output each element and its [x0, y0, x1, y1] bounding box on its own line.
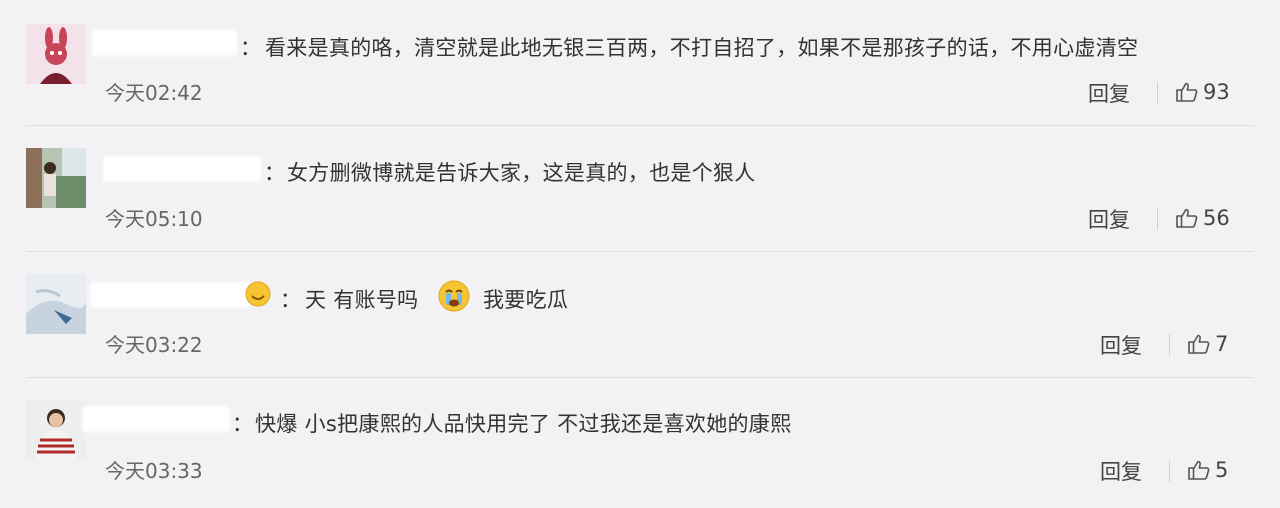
like-count: 7: [1215, 332, 1229, 356]
comment-list-page: { "comments": [ { "separator": "：", "tex…: [0, 0, 1280, 508]
avatar[interactable]: [26, 24, 86, 84]
divider: [1169, 334, 1170, 356]
username-redacted[interactable]: [90, 282, 250, 308]
like-button[interactable]: 93: [1175, 80, 1230, 104]
divider: [1157, 208, 1158, 230]
comment-time: 今天02:42: [105, 81, 203, 105]
comment-text: 快爆 小s把康熙的人品快用完了 不过我还是喜欢她的康熙: [255, 412, 792, 436]
thumbs-up-icon: [1188, 460, 1210, 480]
comment-item: ： 天 有账号吗 我要吃瓜 今天03:22 回复 7: [0, 252, 1280, 378]
like-button[interactable]: 5: [1187, 458, 1228, 482]
divider: [1169, 460, 1170, 482]
like-count: 56: [1203, 206, 1230, 230]
thumbs-up-icon: [1176, 82, 1198, 102]
comment-time: 今天03:33: [105, 459, 203, 483]
like-button[interactable]: 56: [1175, 206, 1230, 230]
avatar[interactable]: [26, 400, 86, 460]
comment-item: ： 快爆 小s把康熙的人品快用完了 不过我还是喜欢她的康熙 今天03:33 回复…: [0, 378, 1280, 504]
comment-text: 天 有账号吗: [305, 288, 419, 312]
avatar[interactable]: [26, 148, 86, 208]
username-redacted[interactable]: [92, 30, 237, 56]
username-redacted[interactable]: [82, 406, 230, 432]
comment-item: ： 女方删微博就是告诉大家，这是真的，也是个狠人 今天05:10 回复 56: [0, 126, 1280, 252]
comment-item: ： 看来是真的咯，清空就是此地无银三百两，不打自招了，如果不是那孩子的话，不用心…: [0, 0, 1280, 126]
comment-text-continued: 我要吃瓜: [483, 288, 569, 312]
comment-text: 看来是真的咯，清空就是此地无银三百两，不打自招了，如果不是那孩子的话，不用心虚清…: [265, 36, 1139, 60]
emoji-smile-icon: [245, 281, 271, 307]
like-count: 5: [1215, 458, 1229, 482]
name-separator: ：: [240, 36, 262, 60]
like-count: 93: [1203, 80, 1230, 104]
like-button[interactable]: 7: [1187, 332, 1228, 356]
comment-text: 女方删微博就是告诉大家，这是真的，也是个狠人: [287, 161, 756, 185]
reply-button[interactable]: 回复: [1100, 456, 1142, 486]
thumbs-up-icon: [1176, 208, 1198, 228]
reply-button[interactable]: 回复: [1088, 204, 1130, 234]
divider: [1157, 82, 1158, 104]
crying-emoji-icon: [438, 280, 470, 312]
avatar[interactable]: [26, 274, 86, 334]
reply-button[interactable]: 回复: [1100, 330, 1142, 360]
comment-time: 今天05:10: [105, 207, 203, 231]
name-separator: ：: [232, 412, 254, 436]
comment-time: 今天03:22: [105, 333, 203, 357]
reply-button[interactable]: 回复: [1088, 78, 1130, 108]
thumbs-up-icon: [1188, 334, 1210, 354]
name-separator: ：: [280, 288, 302, 312]
username-redacted[interactable]: [103, 156, 261, 182]
name-separator: ：: [264, 161, 286, 185]
